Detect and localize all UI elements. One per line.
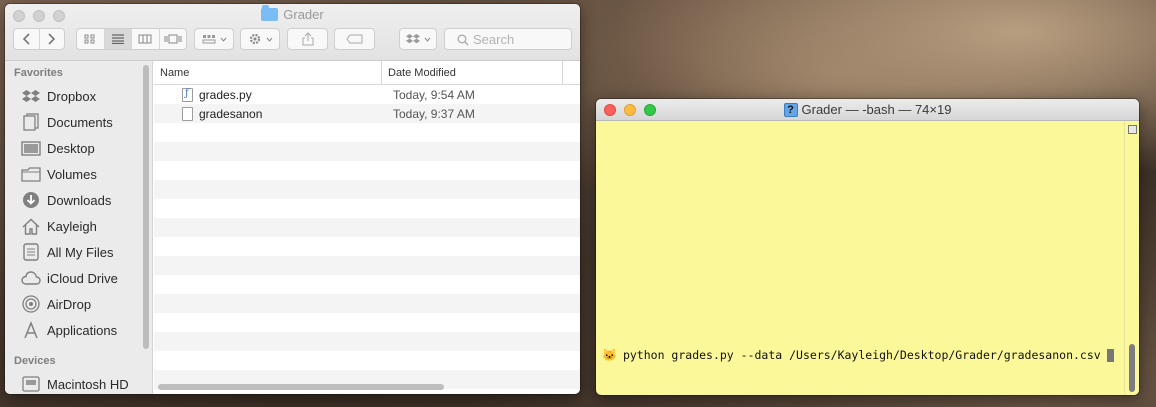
arrange-button[interactable] [194, 28, 234, 50]
folder-icon [261, 5, 279, 21]
command-line: 🐱 python grades.py --data /Users/Kayleig… [602, 348, 1114, 362]
sidebar-item-downloads[interactable]: Downloads [5, 187, 152, 213]
applications-icon [21, 321, 41, 339]
action-button[interactable] [240, 28, 280, 50]
scroll-thumb[interactable] [1129, 344, 1135, 392]
empty-row [154, 351, 580, 370]
finder-toolbar: Grader Search [5, 4, 580, 61]
gear-icon [249, 33, 260, 45]
back-button[interactable] [14, 29, 40, 49]
sidebar-item-dropbox[interactable]: Dropbox [5, 83, 152, 109]
airdrop-icon [21, 295, 41, 313]
file-rows: grades.py Today, 9:54 AM gradesanon Toda… [154, 85, 580, 394]
share-icon [302, 32, 313, 46]
file-list: Name Date Modified grades.py Today, 9:54… [154, 61, 580, 394]
file-name: gradesanon [199, 106, 263, 121]
file-date: Today, 9:37 AM [393, 106, 475, 121]
split-view-icon[interactable] [1128, 125, 1137, 134]
home-icon [21, 217, 41, 235]
cover-flow-button[interactable] [160, 29, 187, 49]
icon-view-icon [84, 34, 95, 44]
empty-row [154, 218, 580, 237]
tags-button[interactable] [334, 28, 375, 50]
empty-row [154, 313, 580, 332]
forward-button[interactable] [40, 29, 65, 49]
search-icon [457, 34, 469, 46]
dropbox-icon [405, 34, 420, 44]
empty-row [154, 142, 580, 161]
arrange-icon [202, 35, 215, 44]
empty-row [154, 180, 580, 199]
python-file-icon [182, 87, 193, 102]
chevron-down-icon [220, 37, 226, 42]
finder-window: Grader Search Favorites Dropbox Document… [5, 4, 580, 394]
column-header-date-modified[interactable]: Date Modified [382, 61, 563, 84]
finder-sidebar: Favorites Dropbox Documents Desktop Volu… [5, 61, 153, 394]
empty-row [154, 237, 580, 256]
file-name: grades.py [199, 87, 252, 102]
chevron-down-icon [266, 37, 272, 42]
terminal-content[interactable]: 🐱 python grades.py --data /Users/Kayleig… [596, 122, 1139, 395]
favorites-heading: Favorites [14, 67, 63, 79]
empty-row [154, 199, 580, 218]
terminal-title: ? Grader — -bash — 74×19 [596, 102, 1139, 117]
cloud-icon [21, 269, 41, 287]
devices-heading: Devices [14, 355, 56, 367]
empty-row [154, 256, 580, 275]
file-date: Today, 9:54 AM [393, 87, 475, 102]
chevron-left-icon [23, 33, 30, 45]
tag-icon [345, 34, 362, 44]
empty-row [154, 161, 580, 180]
share-button[interactable] [287, 28, 328, 50]
back-forward-buttons [13, 28, 65, 50]
table-row[interactable]: grades.py Today, 9:54 AM [154, 85, 580, 104]
column-view-icon [138, 34, 152, 44]
chevron-down-icon [424, 37, 430, 42]
downloads-icon [21, 191, 41, 209]
sidebar-item-all-my-files[interactable]: All My Files [5, 239, 152, 265]
icon-view-button[interactable] [77, 29, 105, 49]
search-placeholder: Search [473, 31, 515, 47]
folder-icon [21, 165, 41, 183]
document-icon [182, 106, 193, 121]
command-text: python grades.py --data /Users/Kayleigh/… [622, 348, 1101, 362]
sidebar-scrollbar[interactable] [143, 65, 149, 349]
view-mode-buttons [76, 28, 187, 50]
list-view-button[interactable] [104, 29, 132, 49]
table-row[interactable]: gradesanon Today, 9:37 AM [154, 104, 580, 123]
dropbox-icon [21, 87, 41, 105]
search-field[interactable]: Search [444, 28, 572, 50]
sidebar-item-volumes[interactable]: Volumes [5, 161, 152, 187]
terminal-window: ? Grader — -bash — 74×19 🐱 python grades… [596, 99, 1139, 395]
harddrive-icon [21, 375, 41, 393]
sidebar-item-airdrop[interactable]: AirDrop [5, 291, 152, 317]
cat-prompt-icon: 🐱 [602, 348, 617, 362]
desktop-icon [21, 139, 41, 157]
sidebar-item-macintosh-hd[interactable]: Macintosh HD [5, 371, 152, 394]
sidebar-item-desktop[interactable]: Desktop [5, 135, 152, 161]
cover-flow-icon [164, 34, 182, 44]
empty-row [154, 332, 580, 351]
sidebar-item-kayleigh[interactable]: Kayleigh [5, 213, 152, 239]
empty-row [154, 294, 580, 313]
column-headers: Name Date Modified [154, 61, 580, 85]
all-files-icon [21, 243, 41, 261]
finder-title: Grader [5, 5, 580, 22]
empty-row [154, 275, 580, 294]
horizontal-scrollbar[interactable] [158, 384, 444, 390]
dropbox-menu-button[interactable] [399, 28, 437, 50]
chevron-right-icon [48, 33, 55, 45]
empty-row [154, 123, 580, 142]
column-header-name[interactable]: Name [154, 61, 382, 84]
question-document-icon: ? [783, 102, 798, 117]
documents-icon [21, 113, 41, 131]
column-view-button[interactable] [132, 29, 160, 49]
sidebar-item-documents[interactable]: Documents [5, 109, 152, 135]
sidebar-item-applications[interactable]: Applications [5, 317, 152, 343]
sidebar-item-icloud-drive[interactable]: iCloud Drive [5, 265, 152, 291]
terminal-titlebar: ? Grader — -bash — 74×19 [596, 99, 1139, 121]
list-view-icon [111, 34, 124, 44]
text-cursor [1106, 348, 1114, 362]
terminal-scrollbar[interactable] [1124, 122, 1139, 395]
